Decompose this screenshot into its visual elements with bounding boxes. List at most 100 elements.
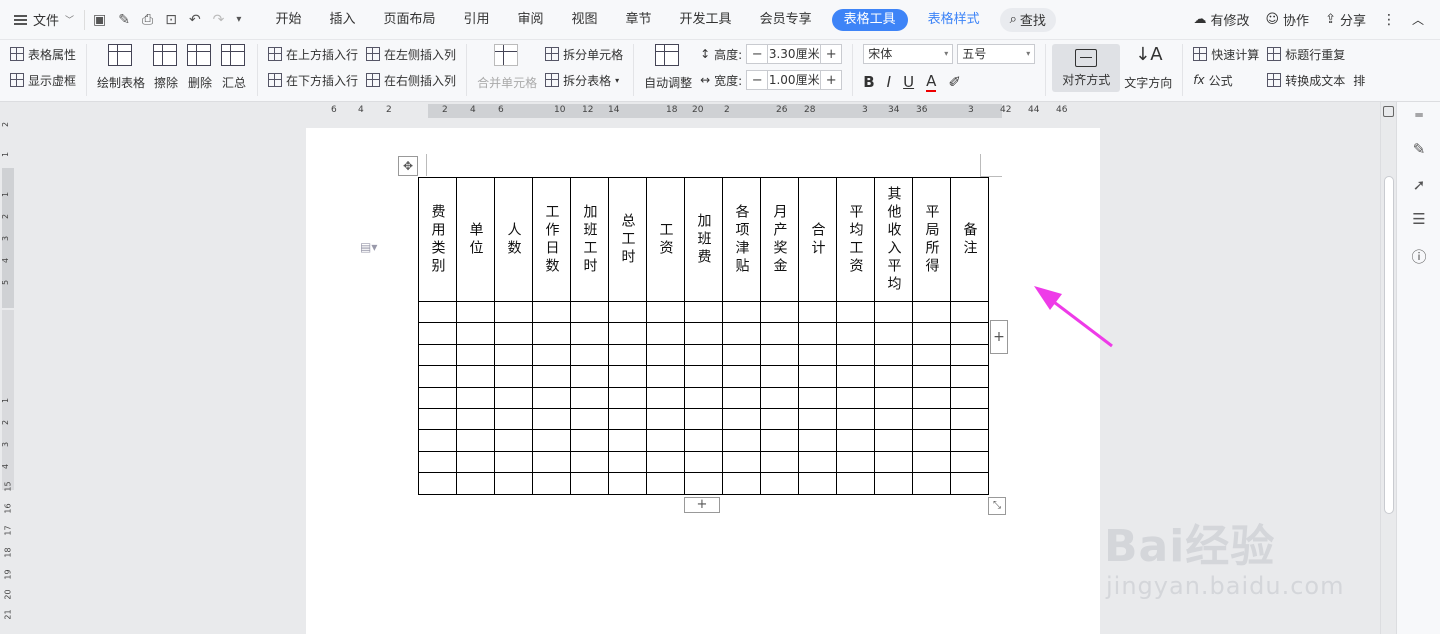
table-cell[interactable] bbox=[570, 343, 609, 367]
table-cell[interactable] bbox=[684, 365, 723, 388]
table-cell[interactable] bbox=[722, 386, 761, 409]
header-cell[interactable]: 费用类别 bbox=[418, 177, 457, 302]
table-cell[interactable] bbox=[570, 386, 609, 409]
table-cell[interactable] bbox=[912, 450, 951, 474]
data-table[interactable]: 费用类别 单位 人数 工作日数 加班工时 总工时 工资 加班费 各项津贴 月产奖… bbox=[418, 177, 989, 495]
table-cell[interactable] bbox=[836, 300, 875, 324]
header-cell[interactable]: 单位 bbox=[456, 177, 495, 302]
pen-icon[interactable]: ✎ bbox=[1410, 140, 1428, 158]
insert-col-left-button[interactable]: 在左侧插入列 bbox=[366, 44, 456, 64]
table-cell[interactable] bbox=[570, 407, 609, 431]
table-cell[interactable] bbox=[608, 472, 647, 495]
table-cell[interactable] bbox=[722, 429, 761, 452]
tab-home[interactable]: 开始 bbox=[261, 0, 315, 40]
table-cell[interactable] bbox=[760, 407, 799, 431]
table-cell[interactable] bbox=[912, 429, 951, 452]
table-cell[interactable] bbox=[608, 407, 647, 431]
table-cell[interactable] bbox=[418, 386, 457, 409]
table-cell[interactable] bbox=[760, 429, 799, 452]
table-cell[interactable] bbox=[836, 472, 875, 495]
table-cell[interactable] bbox=[874, 472, 913, 495]
table-cell[interactable] bbox=[684, 322, 723, 345]
settings-sliders-icon[interactable]: ☰ bbox=[1410, 210, 1428, 228]
table-cell[interactable] bbox=[684, 429, 723, 452]
height-decrease-button[interactable]: − bbox=[747, 47, 767, 62]
erase-button[interactable]: 擦除 bbox=[149, 44, 183, 91]
draw-table-button[interactable]: 绘制表格 bbox=[93, 44, 149, 91]
table-cell[interactable] bbox=[418, 343, 457, 367]
split-cells-button[interactable]: 拆分单元格 bbox=[545, 44, 623, 64]
table-cell[interactable] bbox=[950, 343, 989, 367]
table-cell[interactable] bbox=[418, 429, 457, 452]
table-cell[interactable] bbox=[874, 300, 913, 324]
paragraph-options-icon[interactable]: ▤▾ bbox=[360, 240, 377, 254]
help-icon[interactable]: ⓘ bbox=[1410, 246, 1428, 266]
table-cell[interactable] bbox=[874, 322, 913, 345]
collapse-ribbon-icon[interactable]: ︿ bbox=[1412, 11, 1424, 28]
table-cell[interactable] bbox=[532, 300, 571, 324]
width-value[interactable]: 1.00厘米 bbox=[767, 71, 822, 89]
tab-references[interactable]: 引用 bbox=[449, 0, 503, 40]
table-cell[interactable] bbox=[532, 343, 571, 367]
table-cell[interactable] bbox=[760, 343, 799, 367]
table-cell[interactable] bbox=[760, 322, 799, 345]
table-cell[interactable] bbox=[798, 472, 837, 495]
table-cell[interactable] bbox=[646, 386, 685, 409]
table-cell[interactable] bbox=[836, 429, 875, 452]
customize-icon[interactable]: ▾ bbox=[236, 14, 241, 25]
auto-fit-button[interactable]: 自动调整 bbox=[640, 44, 696, 91]
height-increase-button[interactable]: + bbox=[821, 47, 841, 62]
table-cell[interactable] bbox=[836, 343, 875, 367]
table-cell[interactable] bbox=[494, 407, 533, 431]
header-cell[interactable]: 工资 bbox=[646, 177, 685, 302]
table-move-handle[interactable]: ✥ bbox=[398, 156, 418, 176]
redo-icon[interactable]: ↷ bbox=[213, 13, 225, 27]
table-cell[interactable] bbox=[874, 343, 913, 367]
table-cell[interactable] bbox=[684, 450, 723, 474]
table-cell[interactable] bbox=[418, 322, 457, 345]
table-cell[interactable] bbox=[532, 450, 571, 474]
table-cell[interactable] bbox=[722, 472, 761, 495]
header-cell[interactable]: 其他收入平均 bbox=[874, 177, 913, 302]
align-button[interactable]: 对齐方式 bbox=[1052, 44, 1121, 92]
header-cell[interactable]: 平均工资 bbox=[836, 177, 875, 302]
table-cell[interactable] bbox=[912, 300, 951, 324]
table-cell[interactable] bbox=[874, 386, 913, 409]
table-cell[interactable] bbox=[760, 300, 799, 324]
table-cell[interactable] bbox=[798, 386, 837, 409]
table-cell[interactable] bbox=[760, 365, 799, 388]
table-cell[interactable] bbox=[532, 322, 571, 345]
table-cell[interactable] bbox=[722, 300, 761, 324]
height-stepper[interactable]: −3.30厘米 + bbox=[746, 44, 843, 64]
text-direction-button[interactable]: ↓A 文字方向 bbox=[1120, 44, 1176, 91]
table-cell[interactable] bbox=[798, 450, 837, 474]
table-cell[interactable] bbox=[646, 322, 685, 345]
table-cell[interactable] bbox=[836, 386, 875, 409]
table-cell[interactable] bbox=[494, 365, 533, 388]
table-cell[interactable] bbox=[570, 450, 609, 474]
add-column-button[interactable]: + bbox=[990, 320, 1008, 354]
scrollbar-thumb[interactable] bbox=[1384, 176, 1394, 514]
add-row-button[interactable]: + bbox=[684, 497, 720, 513]
table-cell[interactable] bbox=[646, 472, 685, 495]
table-cell[interactable] bbox=[608, 322, 647, 345]
quick-calc-button[interactable]: 快速计算 bbox=[1193, 44, 1259, 64]
table-cell[interactable] bbox=[494, 300, 533, 324]
width-stepper[interactable]: −1.00厘米 + bbox=[746, 70, 843, 90]
table-cell[interactable] bbox=[532, 472, 571, 495]
table-cell[interactable] bbox=[874, 450, 913, 474]
header-cell[interactable]: 平局所得 bbox=[912, 177, 951, 302]
table-cell[interactable] bbox=[456, 322, 495, 345]
merge-cells-button[interactable]: 合并单元格 bbox=[473, 44, 541, 91]
table-cell[interactable] bbox=[608, 300, 647, 324]
table-cell[interactable] bbox=[950, 429, 989, 452]
table-cell[interactable] bbox=[722, 322, 761, 345]
table-cell[interactable] bbox=[570, 472, 609, 495]
table-cell[interactable] bbox=[798, 300, 837, 324]
underline-icon[interactable]: U bbox=[903, 73, 914, 91]
table-cell[interactable] bbox=[456, 429, 495, 452]
table-cell[interactable] bbox=[532, 407, 571, 431]
tab-developer[interactable]: 开发工具 bbox=[666, 0, 746, 40]
table-cell[interactable] bbox=[494, 343, 533, 367]
scroll-top-icon[interactable] bbox=[1383, 106, 1394, 117]
